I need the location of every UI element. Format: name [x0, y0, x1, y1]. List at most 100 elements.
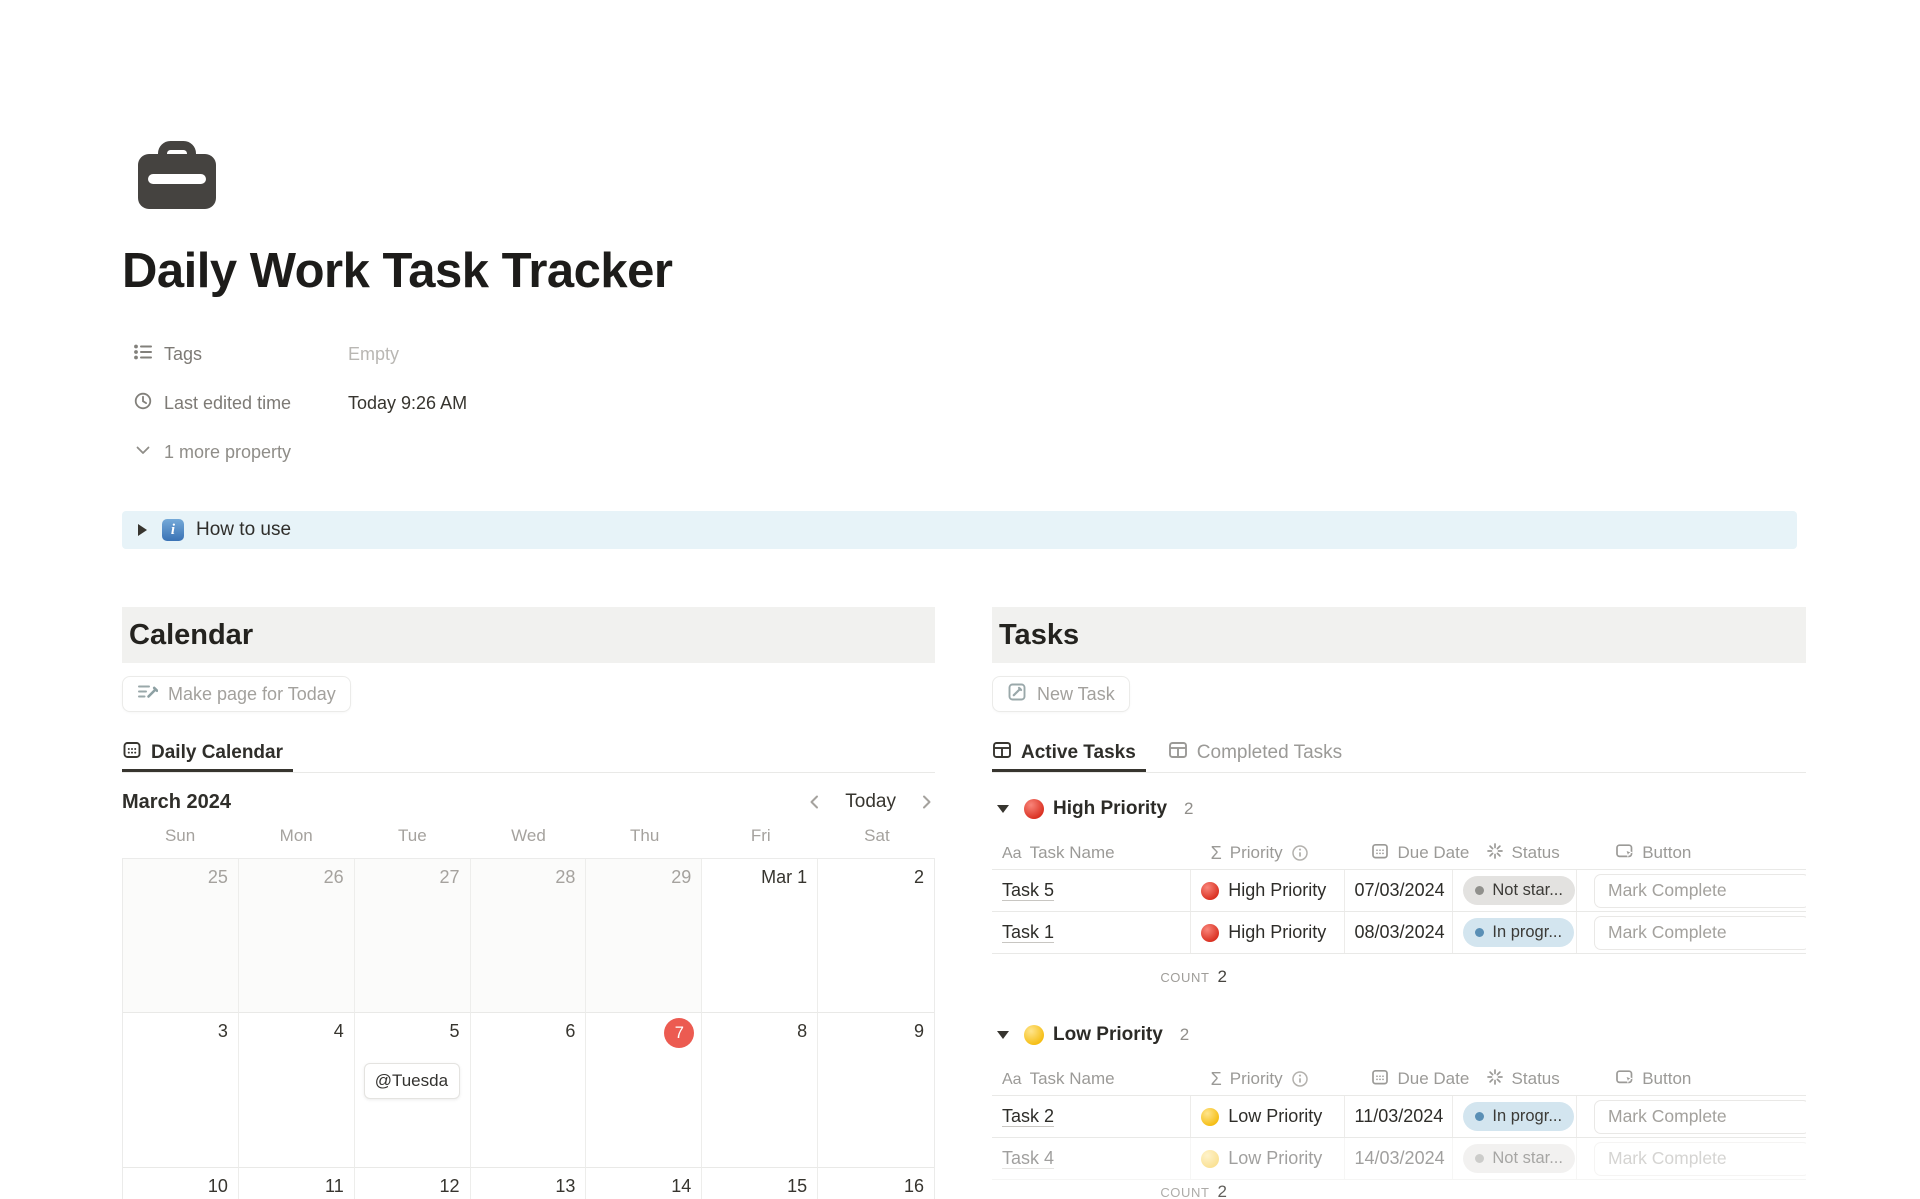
calendar-day-cell[interactable]: 15 [702, 1168, 818, 1199]
list-icon [133, 342, 153, 367]
calendar-day-cell[interactable]: 11 [239, 1168, 355, 1199]
button-cell[interactable]: Mark Complete [1576, 870, 1806, 911]
property-row-tags[interactable]: Tags Empty [133, 339, 1920, 370]
column-header-btn[interactable]: Button [1605, 1063, 1806, 1095]
calendar-day-cell[interactable]: 26 [239, 859, 355, 1013]
due-date-cell[interactable]: 07/03/2024 [1344, 870, 1453, 911]
button-cell[interactable]: Mark Complete [1576, 1096, 1806, 1137]
day-number: 28 [555, 867, 575, 888]
notion-page: Daily Work Task Tracker Tags Empty [0, 141, 1920, 1199]
today-button[interactable]: Today [845, 791, 896, 813]
group-toggle-icon[interactable] [997, 805, 1009, 813]
priority-cell[interactable]: Low Priority [1190, 1096, 1343, 1137]
calendar-day-cell[interactable]: Mar 1 [702, 859, 818, 1013]
briefcase-icon[interactable] [138, 141, 216, 209]
task-name-cell[interactable]: Task 4 [992, 1138, 1190, 1179]
calendar-day-cell[interactable]: 14 [586, 1168, 702, 1199]
status-badge[interactable]: Not star... [1463, 1144, 1575, 1173]
column-header-task[interactable]: AaTask Name [992, 1063, 1201, 1095]
calendar-day-cell[interactable]: 7 [586, 1013, 702, 1168]
tab-daily-calendar[interactable]: Daily Calendar [122, 733, 293, 772]
calendar-day-cell[interactable]: 27 [355, 859, 471, 1013]
column-header-due[interactable]: Due Date [1361, 837, 1475, 869]
priority-cell[interactable]: Low Priority [1190, 1138, 1343, 1179]
mark-complete-button[interactable]: Mark Complete [1594, 1100, 1806, 1134]
status-cell[interactable]: In progr... [1452, 912, 1576, 953]
calendar-day-cell[interactable]: 5@Tuesda [355, 1013, 471, 1168]
how-to-use-toggle[interactable]: i How to use [122, 511, 1797, 549]
group-name: High Priority [1053, 798, 1167, 820]
calendar-day-cell[interactable]: 29 [586, 859, 702, 1013]
calendar-day-cell[interactable]: 13 [471, 1168, 587, 1199]
day-number: 6 [565, 1021, 575, 1042]
task-page-link[interactable]: Task 1 [1002, 922, 1054, 943]
button-cell[interactable]: Mark Complete [1576, 912, 1806, 953]
column-header-btn[interactable]: Button [1605, 837, 1806, 869]
status-badge[interactable]: Not star... [1463, 876, 1575, 905]
task-page-link[interactable]: Task 5 [1002, 880, 1054, 901]
mark-complete-button[interactable]: Mark Complete [1594, 1142, 1806, 1176]
red-circle-emoji [1201, 882, 1219, 900]
group-toggle-icon[interactable] [997, 1031, 1009, 1039]
calendar-day-cell[interactable]: 4 [239, 1013, 355, 1168]
status-badge[interactable]: In progr... [1463, 1102, 1574, 1131]
calendar-day-cell[interactable]: 3 [123, 1013, 239, 1168]
calendar-day-cell[interactable]: 2 [818, 859, 934, 1013]
new-task-button[interactable]: New Task [992, 676, 1130, 712]
column-header-task[interactable]: AaTask Name [992, 837, 1201, 869]
count-label: COUNT [1160, 1185, 1209, 1199]
column-header-due[interactable]: Due Date [1361, 1063, 1475, 1095]
calendar-day-cell[interactable]: 16 [818, 1168, 934, 1199]
property-value-last-edited[interactable]: Today 9:26 AM [348, 393, 467, 414]
task-page-link[interactable]: Task 2 [1002, 1106, 1054, 1127]
calendar-day-cell[interactable]: 12 [355, 1168, 471, 1199]
calendar-day-cell[interactable]: 8 [702, 1013, 818, 1168]
table-header-row: AaTask NameΣPriorityDue DateStatusButton [992, 1063, 1806, 1095]
property-value-tags[interactable]: Empty [348, 344, 399, 365]
due-date-cell[interactable]: 14/03/2024 [1344, 1138, 1453, 1179]
calendar-day-cell[interactable]: 25 [123, 859, 239, 1013]
task-page-link[interactable]: Task 4 [1002, 1148, 1054, 1169]
chevron-right-icon[interactable] [917, 793, 935, 811]
task-name-cell[interactable]: Task 1 [992, 912, 1190, 953]
button-icon [1615, 842, 1634, 865]
due-date-cell[interactable]: 11/03/2024 [1344, 1096, 1453, 1137]
status-label: Not star... [1492, 1149, 1563, 1168]
status-cell[interactable]: In progr... [1452, 1096, 1576, 1137]
today-date-badge: 7 [664, 1018, 694, 1048]
task-name-cell[interactable]: Task 2 [992, 1096, 1190, 1137]
priority-cell[interactable]: High Priority [1190, 870, 1343, 911]
table-body: Task 2 Low Priority11/03/2024 In progr... M… [992, 1095, 1806, 1180]
column-label: Due Date [1397, 843, 1469, 863]
status-badge[interactable]: In progr... [1463, 918, 1574, 947]
day-number: 4 [334, 1021, 344, 1042]
toggle-triangle-icon[interactable] [138, 524, 147, 536]
property-label: Tags [164, 344, 202, 365]
mark-complete-button[interactable]: Mark Complete [1594, 916, 1806, 950]
column-header-pri[interactable]: ΣPriority [1201, 837, 1362, 869]
button-cell[interactable]: Mark Complete [1576, 1138, 1806, 1179]
priority-cell[interactable]: High Priority [1190, 912, 1343, 953]
status-cell[interactable]: Not star... [1452, 870, 1576, 911]
more-properties-toggle[interactable]: 1 more property [133, 437, 1920, 468]
count-value: 2 [1218, 967, 1227, 987]
tab-completed-tasks[interactable]: Completed Tasks [1166, 733, 1352, 772]
column-header-status[interactable]: Status [1476, 1063, 1606, 1095]
calendar-day-cell[interactable]: 6 [471, 1013, 587, 1168]
column-header-status[interactable]: Status [1476, 837, 1606, 869]
task-name-cell[interactable]: Task 5 [992, 870, 1190, 911]
due-date-cell[interactable]: 08/03/2024 [1344, 912, 1453, 953]
calendar-day-cell[interactable]: 10 [123, 1168, 239, 1199]
status-cell[interactable]: Not star... [1452, 1138, 1576, 1179]
calendar-event-chip[interactable]: @Tuesda [364, 1063, 460, 1099]
status-dot [1475, 1154, 1484, 1163]
calendar-day-cell[interactable]: 9 [818, 1013, 934, 1168]
mark-complete-button[interactable]: Mark Complete [1594, 874, 1806, 908]
column-header-pri[interactable]: ΣPriority [1201, 1063, 1362, 1095]
calendar-day-cell[interactable]: 28 [471, 859, 587, 1013]
tab-active-tasks[interactable]: Active Tasks [992, 733, 1146, 772]
chevron-left-icon[interactable] [806, 793, 824, 811]
property-row-last-edited[interactable]: Last edited time Today 9:26 AM [133, 388, 1920, 419]
make-page-for-today-button[interactable]: Make page for Today [122, 676, 351, 712]
tasks-section-bar: Tasks [992, 607, 1806, 663]
